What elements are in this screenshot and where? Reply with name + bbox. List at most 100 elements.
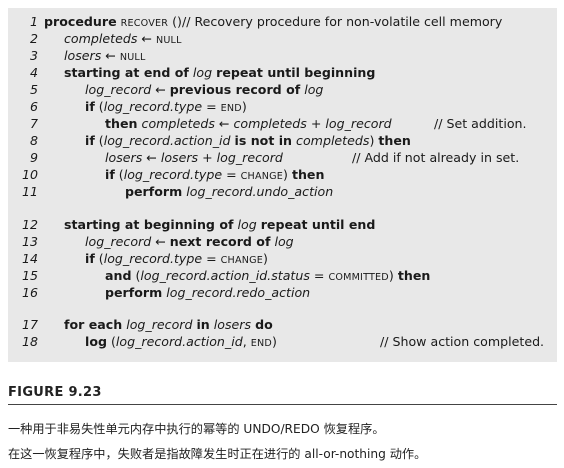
variable: completeds	[296, 133, 370, 148]
line-number: 13	[21, 234, 38, 249]
code-text: (	[94, 251, 104, 266]
variable: log_record	[85, 234, 152, 249]
line-number: 11	[21, 184, 38, 199]
line-number: 15	[21, 268, 38, 283]
code-text: =	[309, 268, 329, 283]
variable: log_record.redo_action	[166, 285, 311, 300]
keyword: repeat until end	[260, 217, 376, 232]
variable: log_record.action_id	[103, 133, 231, 148]
line-number: 3	[29, 48, 38, 63]
variable: log	[237, 217, 257, 232]
variable: log_record.action_id.status	[140, 268, 310, 283]
procedure-name: RECOVER	[120, 18, 169, 29]
code-text: )	[263, 251, 268, 266]
variable: log_record.action_id	[115, 334, 243, 349]
line-number: 5	[29, 82, 38, 97]
keyword: do	[255, 317, 273, 332]
variable: log_record.undo_action	[186, 184, 334, 199]
keyword: starting at end of	[64, 65, 189, 80]
keyword: then	[105, 116, 138, 131]
variable: log_record	[216, 150, 283, 165]
line-number: 9	[29, 150, 38, 165]
variable: log_record	[126, 317, 193, 332]
code-text: )	[388, 268, 394, 283]
line-number: 14	[21, 251, 38, 266]
variable: losers	[105, 150, 143, 165]
constant: END	[250, 338, 272, 349]
assign-arrow: ←	[137, 31, 156, 46]
line-number: 18	[21, 334, 38, 349]
keyword: then	[378, 133, 411, 148]
line-number: 17	[21, 317, 38, 332]
variable: log_record	[325, 116, 392, 131]
keyword: procedure	[44, 14, 117, 29]
code-listing: 1 procedure RECOVER ()// Recovery proced…	[8, 8, 557, 362]
keyword: then	[397, 268, 431, 283]
line-number: 2	[29, 31, 38, 46]
variable: log_record.type	[103, 251, 203, 266]
keyword: in	[196, 317, 210, 332]
keyword: if	[105, 167, 115, 182]
figure-title: FIGURE 9.23	[8, 385, 102, 400]
code-text: )	[241, 99, 247, 114]
line-number: 12	[21, 217, 38, 232]
code-text: )	[369, 133, 375, 148]
code-text: ,	[242, 334, 251, 349]
keyword: perform	[125, 184, 183, 199]
line-number: 4	[29, 65, 38, 80]
line-number: 10	[21, 167, 38, 182]
code-text: =	[202, 251, 221, 266]
constant: END	[220, 103, 242, 114]
variable: log	[304, 82, 324, 97]
variable: completeds	[233, 116, 307, 131]
keyword: and	[105, 268, 132, 283]
line-number: 1	[29, 14, 38, 29]
code-text: +	[306, 116, 326, 131]
constant: NULL	[119, 52, 146, 63]
keyword: repeat until beginning	[216, 65, 376, 80]
code-text: (	[106, 334, 116, 349]
keyword: if	[85, 251, 95, 266]
constant: CHANGE	[220, 255, 263, 266]
code-text: )	[271, 334, 277, 349]
assign-arrow: ←	[151, 82, 170, 97]
variable: losers	[213, 317, 252, 332]
figure-caption-line-1: 一种用于非易失性单元内存中执行的幂等的 UNDO/REDO 恢复程序。	[8, 422, 385, 436]
variable: log_record	[85, 82, 152, 97]
code-text: (	[94, 99, 104, 114]
variable: losers	[160, 150, 199, 165]
constant: COMMITTED	[328, 272, 389, 283]
variable: completeds	[141, 116, 215, 131]
keyword: next record of	[169, 234, 271, 249]
code-comment: // Add if not already in set.	[352, 150, 520, 165]
line-number: 16	[21, 285, 38, 300]
line-number: 8	[29, 133, 38, 148]
keyword: if	[85, 133, 95, 148]
code-comment: // Show action completed.	[380, 334, 545, 349]
variable: log	[274, 234, 294, 249]
variable: log_record.type	[123, 167, 223, 182]
assign-arrow: ←	[101, 48, 120, 63]
keyword: for each	[64, 317, 123, 332]
code-comment: // Set addition.	[434, 116, 527, 131]
figure-caption-line-2: 在这一恢复程序中，失败者是指故障发生时正在进行的 all-or-nothing …	[8, 447, 427, 461]
keyword: starting at beginning of	[64, 217, 234, 232]
code-text: =	[222, 167, 241, 182]
code-text: (	[94, 133, 104, 148]
variable: completeds	[64, 31, 138, 46]
constant: CHANGE	[240, 171, 283, 182]
variable: losers	[64, 48, 102, 63]
caption-divider	[8, 404, 557, 405]
assign-arrow: ←	[214, 116, 234, 131]
assign-arrow: ←	[142, 150, 161, 165]
keyword: is not in	[234, 133, 293, 148]
variable: log	[192, 65, 213, 80]
code-text: +	[198, 150, 217, 165]
assign-arrow: ←	[151, 234, 170, 249]
constant: NULL	[155, 35, 182, 46]
code-text: ()// Recovery procedure for non-volatile…	[168, 14, 503, 29]
line-number: 6	[29, 99, 38, 114]
keyword: then	[291, 167, 325, 182]
code-text: )	[283, 167, 288, 182]
keyword: previous record of	[169, 82, 301, 97]
